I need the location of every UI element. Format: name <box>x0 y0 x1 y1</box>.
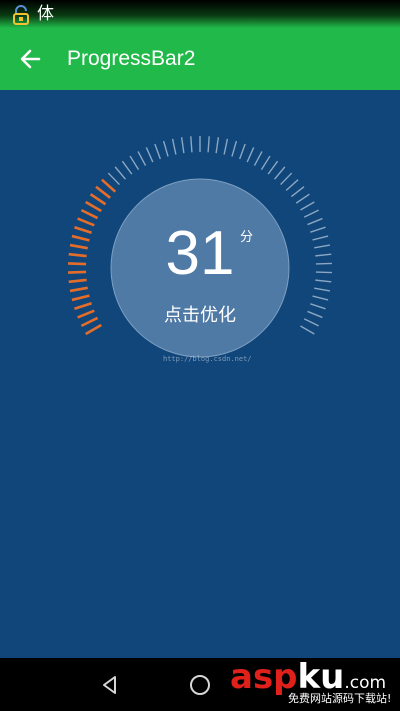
main-content: 31 分 点击优化 http://blog.csdn.net/ <box>0 90 400 658</box>
gauge-tick <box>260 155 271 171</box>
gauge-tick <box>315 279 332 283</box>
gauge-tick-active <box>68 270 87 274</box>
gauge-tick <box>114 166 126 180</box>
gauge-tick <box>190 136 193 153</box>
gauge-tick <box>246 147 255 163</box>
gauge-tick <box>315 271 332 274</box>
optimize-label: 点击优化 <box>164 305 236 326</box>
gauge-tick-active <box>71 294 90 302</box>
gauge-tick <box>303 209 319 218</box>
gauge-tick-active <box>68 262 87 266</box>
gauge-tick-active <box>74 225 92 235</box>
gauge-tick-active <box>95 185 111 199</box>
back-button[interactable] <box>12 40 50 78</box>
gauge-tick <box>307 310 323 319</box>
gauge-tick <box>300 201 315 211</box>
gauge-tick <box>107 172 120 186</box>
status-bar: 体 <box>0 0 400 28</box>
gauge-tick <box>267 160 279 175</box>
gauge-tick <box>310 226 326 233</box>
lock-icon <box>13 5 29 25</box>
gauge-tick <box>137 151 147 166</box>
score-value: 31 <box>165 219 235 288</box>
gauge-tick-active <box>101 178 117 193</box>
gauge-tick-active <box>89 193 107 206</box>
gauge-tick-active <box>71 234 90 242</box>
gauge-tick-active <box>85 200 102 213</box>
gauge-tick-active <box>80 316 99 328</box>
gauge-tick-active <box>74 301 92 311</box>
gauge-tick-active <box>85 323 102 336</box>
status-text: 体 <box>37 4 54 24</box>
navigation-bar: aspku.com 免费网站源码下载站! <box>0 657 400 711</box>
gauge-tick <box>315 262 332 265</box>
gauge-tick <box>307 217 323 226</box>
gauge-tick-active <box>68 252 87 258</box>
gauge-tick <box>280 172 293 186</box>
gauge-tick-active <box>77 309 95 319</box>
logo-subtitle: 免费网站源码下载站! <box>288 692 392 705</box>
gauge-tick <box>231 140 238 157</box>
page-title: ProgressBar2 <box>67 47 196 70</box>
arrow-left-icon <box>20 49 41 69</box>
gauge-tick-active <box>80 208 99 220</box>
gauge-tick <box>171 138 177 155</box>
gauge-tick <box>129 155 140 171</box>
gauge-tick <box>180 137 185 154</box>
gauge-tick <box>223 138 229 155</box>
gauge-tick-active <box>69 243 88 250</box>
gauge-tick <box>285 179 299 191</box>
gauge-tick <box>121 160 133 175</box>
gauge-tick <box>303 318 319 327</box>
score-unit: 分 <box>240 230 254 245</box>
gauge-tick <box>312 235 329 241</box>
optimize-button[interactable]: 31 分 点击优化 <box>111 179 289 357</box>
gauge-tick <box>290 186 305 198</box>
gauge-tick-active <box>69 286 88 293</box>
gauge-tick <box>162 140 169 157</box>
gauge-tick <box>207 136 210 153</box>
gauge-tick <box>314 287 331 292</box>
gauge-tick <box>295 193 310 204</box>
gauge-tick <box>315 253 332 257</box>
app-bar: ProgressBar2 <box>0 28 400 90</box>
gauge-tick <box>239 143 246 160</box>
gauge-tick <box>145 147 154 163</box>
gauge-tick-active <box>77 217 95 227</box>
gauge-tick-active <box>68 278 87 284</box>
gauge-tick <box>215 137 220 154</box>
nav-back-icon[interactable] <box>96 671 124 699</box>
gauge-tick <box>154 143 161 160</box>
nav-home-icon[interactable] <box>186 671 214 699</box>
aspku-logo: aspku.com 免费网站源码下载站! <box>226 657 400 711</box>
watermark-text: http://blog.csdn.net/ <box>163 355 252 363</box>
gauge-tick <box>253 151 263 166</box>
gauge-tick <box>300 325 315 335</box>
gauge-tick <box>310 303 326 310</box>
gauge-tick <box>312 295 329 301</box>
gauge-tick <box>274 166 286 180</box>
gauge-tick <box>314 244 331 249</box>
